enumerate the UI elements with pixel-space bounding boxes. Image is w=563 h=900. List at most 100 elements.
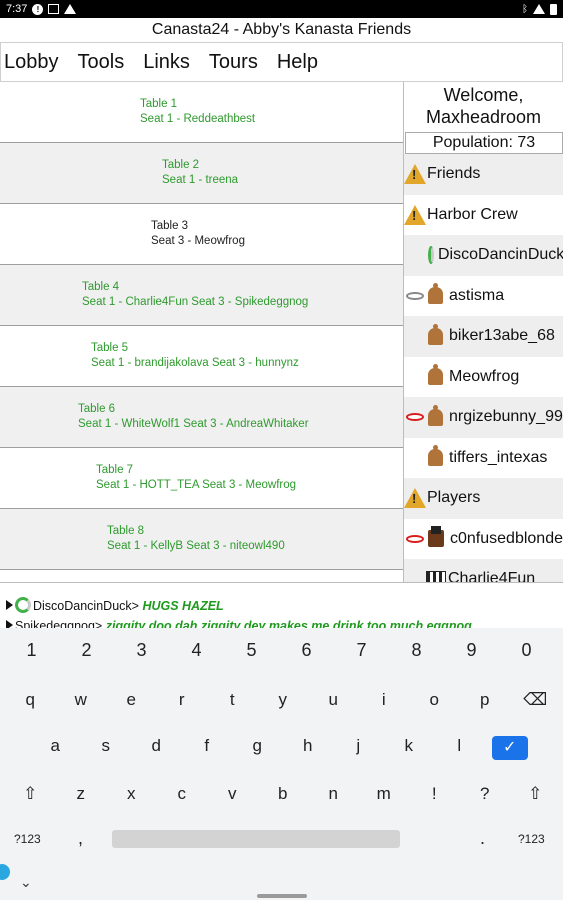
key-b[interactable]: b xyxy=(258,784,309,804)
expand-arrow-icon[interactable] xyxy=(6,620,13,628)
key-k[interactable]: k xyxy=(384,736,435,760)
table-info: Table 1 Seat 1 - Reddeathbest xyxy=(140,97,255,127)
table-name: Table 2 xyxy=(162,159,200,171)
group-header[interactable]: Harbor Crew xyxy=(404,195,563,236)
key-m[interactable]: m xyxy=(359,784,410,804)
pilgrim-icon xyxy=(428,526,444,548)
backspace-icon[interactable]: ⌫ xyxy=(510,690,561,710)
expand-arrow-icon[interactable] xyxy=(6,600,13,610)
key-8[interactable]: 8 xyxy=(389,640,444,661)
notification-icon xyxy=(48,4,60,14)
key-0[interactable]: 0 xyxy=(499,640,554,661)
shift-icon[interactable]: ⇧ xyxy=(5,784,56,804)
menu-links[interactable]: Links xyxy=(143,51,190,74)
chat-text: ziggity doo dah ziggity dey makes me dri… xyxy=(105,619,472,628)
player-item[interactable]: tiffers_intexas xyxy=(404,438,563,479)
key-![interactable]: ! xyxy=(409,784,460,804)
player-item[interactable]: c0nfusedblonde xyxy=(404,519,563,560)
table-list: Table 1 Seat 1 - Reddeathbest Table 2 Seat … xyxy=(0,82,404,582)
key-g[interactable]: g xyxy=(232,736,283,760)
player-item[interactable]: DiscoDancinDuck xyxy=(404,235,563,276)
key-n[interactable]: n xyxy=(308,784,359,804)
table-info: Table 5 Seat 1 - brandijakolava Seat 3 - … xyxy=(91,341,299,371)
letter-row-2: a s d f g h j k l ✓ xyxy=(0,736,563,760)
key-z[interactable]: z xyxy=(56,784,107,804)
key-i[interactable]: i xyxy=(359,690,410,710)
key-v[interactable]: v xyxy=(207,784,258,804)
player-name: Friends xyxy=(427,165,481,183)
menu-lobby[interactable]: Lobby xyxy=(4,51,59,74)
home-gesture-bar[interactable] xyxy=(257,894,307,898)
group-header[interactable]: Players xyxy=(404,478,563,519)
letter-row-1: q w e r t y u i o p ⌫ xyxy=(0,690,563,710)
key-r[interactable]: r xyxy=(157,690,208,710)
group-header[interactable]: Friends xyxy=(404,154,563,195)
key-1[interactable]: 1 xyxy=(4,640,59,661)
key-6[interactable]: 6 xyxy=(279,640,334,661)
window-title: Canasta24 - Abby's Kanasta Friends xyxy=(151,21,412,38)
alert-icon: ! xyxy=(32,3,44,15)
comma-key[interactable]: , xyxy=(78,828,83,849)
key-x[interactable]: x xyxy=(106,784,157,804)
warning-icon xyxy=(64,4,77,14)
table-row[interactable]: Table 4 Seat 1 - Charlie4Fun Seat 3 - Spi… xyxy=(0,265,403,326)
key-q[interactable]: q xyxy=(5,690,56,710)
key-5[interactable]: 5 xyxy=(224,640,279,661)
period-key[interactable]: . xyxy=(480,828,485,849)
player-item[interactable]: Charlie4Fun xyxy=(404,559,563,582)
key-t[interactable]: t xyxy=(207,690,258,710)
symbols-key[interactable]: ?123 xyxy=(14,832,41,846)
key-h[interactable]: h xyxy=(283,736,334,760)
key-u[interactable]: u xyxy=(308,690,359,710)
bell-icon xyxy=(428,404,443,426)
table-row[interactable]: Table 8 Seat 1 - KellyB Seat 3 - niteowl4… xyxy=(0,509,403,570)
table-seats: Seat 1 - KellyB Seat 3 - niteowl490 xyxy=(107,540,285,552)
welcome-message: Welcome, Maxheadroom xyxy=(404,82,563,128)
symbols-key-right[interactable]: ?123 xyxy=(518,832,545,846)
player-item[interactable]: biker13abe_68 xyxy=(404,316,563,357)
player-name: c0nfusedblonde xyxy=(450,529,563,547)
table-row[interactable]: Table 5 Seat 1 - brandijakolava Seat 3 - … xyxy=(0,326,403,387)
welcome-line: Welcome, xyxy=(443,85,524,105)
key-s[interactable]: s xyxy=(81,736,132,760)
table-info: Table 4 Seat 1 - Charlie4Fun Seat 3 - Spi… xyxy=(82,280,308,310)
key-j[interactable]: j xyxy=(333,736,384,760)
key-9[interactable]: 9 xyxy=(444,640,499,661)
table-row[interactable]: Table 3 Seat 3 - Meowfrog xyxy=(0,204,403,265)
key-a[interactable]: a xyxy=(30,736,81,760)
key-o[interactable]: o xyxy=(409,690,460,710)
menu-tours[interactable]: Tours xyxy=(209,51,258,74)
key-c[interactable]: c xyxy=(157,784,208,804)
key-d[interactable]: d xyxy=(131,736,182,760)
menu-tools[interactable]: Tools xyxy=(78,51,125,74)
warning-icon xyxy=(404,164,426,185)
key-p[interactable]: p xyxy=(460,690,511,710)
player-item[interactable]: nrgizebunny_99 xyxy=(404,397,563,438)
table-row[interactable]: Table 7 Seat 1 - HOTT_TEA Seat 3 - Meowfr… xyxy=(0,448,403,509)
space-bar[interactable] xyxy=(112,830,400,848)
enter-key[interactable]: ✓ xyxy=(485,736,536,760)
player-item[interactable]: Meowfrog xyxy=(404,357,563,398)
player-item[interactable]: astisma xyxy=(404,276,563,317)
table-row[interactable]: Table 6 Seat 1 - WhiteWolf1 Seat 3 - Andr… xyxy=(0,387,403,448)
key-y[interactable]: y xyxy=(258,690,309,710)
wifi-icon xyxy=(533,4,545,14)
key-2[interactable]: 2 xyxy=(59,640,114,661)
key-w[interactable]: w xyxy=(56,690,107,710)
player-name: DiscoDancinDuck xyxy=(438,246,563,264)
bell-icon xyxy=(428,323,443,345)
chat-sender: DiscoDancinDuck> xyxy=(33,599,139,613)
table-name: Table 7 xyxy=(96,464,134,476)
collapse-keyboard-icon[interactable]: ⌄ xyxy=(20,874,32,891)
key-l[interactable]: l xyxy=(434,736,485,760)
key-7[interactable]: 7 xyxy=(334,640,389,661)
key-?[interactable]: ? xyxy=(460,784,511,804)
shift-icon-right[interactable]: ⇧ xyxy=(510,784,561,804)
key-4[interactable]: 4 xyxy=(169,640,224,661)
key-e[interactable]: e xyxy=(106,690,157,710)
table-row[interactable]: Table 1 Seat 1 - Reddeathbest xyxy=(0,82,403,143)
menu-help[interactable]: Help xyxy=(277,51,318,74)
key-3[interactable]: 3 xyxy=(114,640,169,661)
table-row[interactable]: Table 2 Seat 1 - treena xyxy=(0,143,403,204)
key-f[interactable]: f xyxy=(182,736,233,760)
